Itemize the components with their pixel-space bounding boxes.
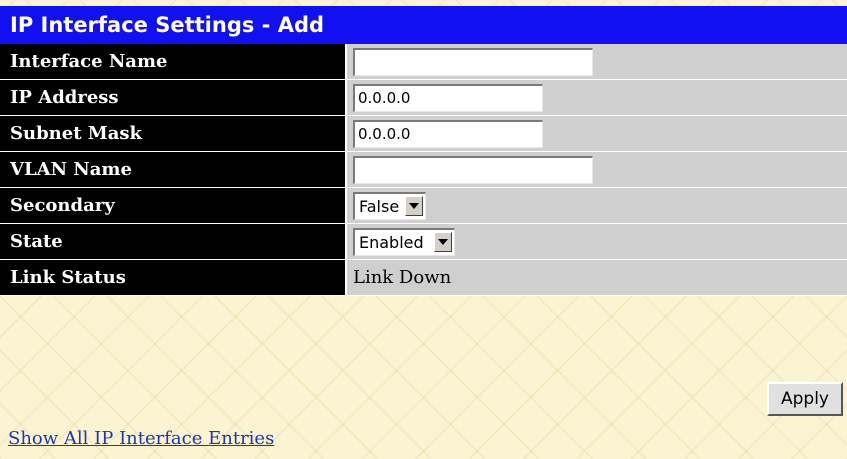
vlan-name-input[interactable] <box>353 155 593 184</box>
state-select[interactable]: Enabled <box>353 227 455 256</box>
secondary-row: Secondary False <box>0 188 847 224</box>
state-cell: Enabled <box>345 224 847 260</box>
page-title: IP Interface Settings - Add <box>0 6 847 44</box>
link-status-value: Link Down <box>353 267 452 288</box>
subnet-mask-label: Subnet Mask <box>0 116 345 152</box>
chevron-down-icon[interactable] <box>433 232 452 252</box>
state-select-value: Enabled <box>359 232 424 252</box>
state-row: State Enabled <box>0 224 847 260</box>
interface-name-row: Interface Name <box>0 44 847 80</box>
secondary-select-value: False <box>359 196 400 216</box>
interface-name-cell <box>345 44 847 80</box>
ip-address-row: IP Address 0.0.0.0 <box>0 80 847 116</box>
vlan-name-cell <box>345 152 847 188</box>
subnet-mask-row: Subnet Mask 0.0.0.0 <box>0 116 847 152</box>
chevron-down-icon[interactable] <box>405 196 424 216</box>
ip-address-label: IP Address <box>0 80 345 116</box>
link-status-row: Link Status Link Down <box>0 260 847 296</box>
secondary-select[interactable]: False <box>353 191 427 220</box>
link-status-label: Link Status <box>0 260 345 296</box>
ip-address-cell: 0.0.0.0 <box>345 80 847 116</box>
vlan-name-row: VLAN Name <box>0 152 847 188</box>
show-all-entries-link[interactable]: Show All IP Interface Entries <box>8 428 274 449</box>
secondary-label: Secondary <box>0 188 345 224</box>
subnet-mask-input[interactable]: 0.0.0.0 <box>353 119 543 148</box>
secondary-cell: False <box>345 188 847 224</box>
vlan-name-label: VLAN Name <box>0 152 345 188</box>
link-status-cell: Link Down <box>345 260 847 296</box>
interface-name-input[interactable] <box>353 47 593 76</box>
ip-address-input[interactable]: 0.0.0.0 <box>353 83 543 112</box>
subnet-mask-cell: 0.0.0.0 <box>345 116 847 152</box>
state-label: State <box>0 224 345 260</box>
apply-button[interactable]: Apply <box>767 382 843 416</box>
interface-name-label: Interface Name <box>0 44 345 80</box>
